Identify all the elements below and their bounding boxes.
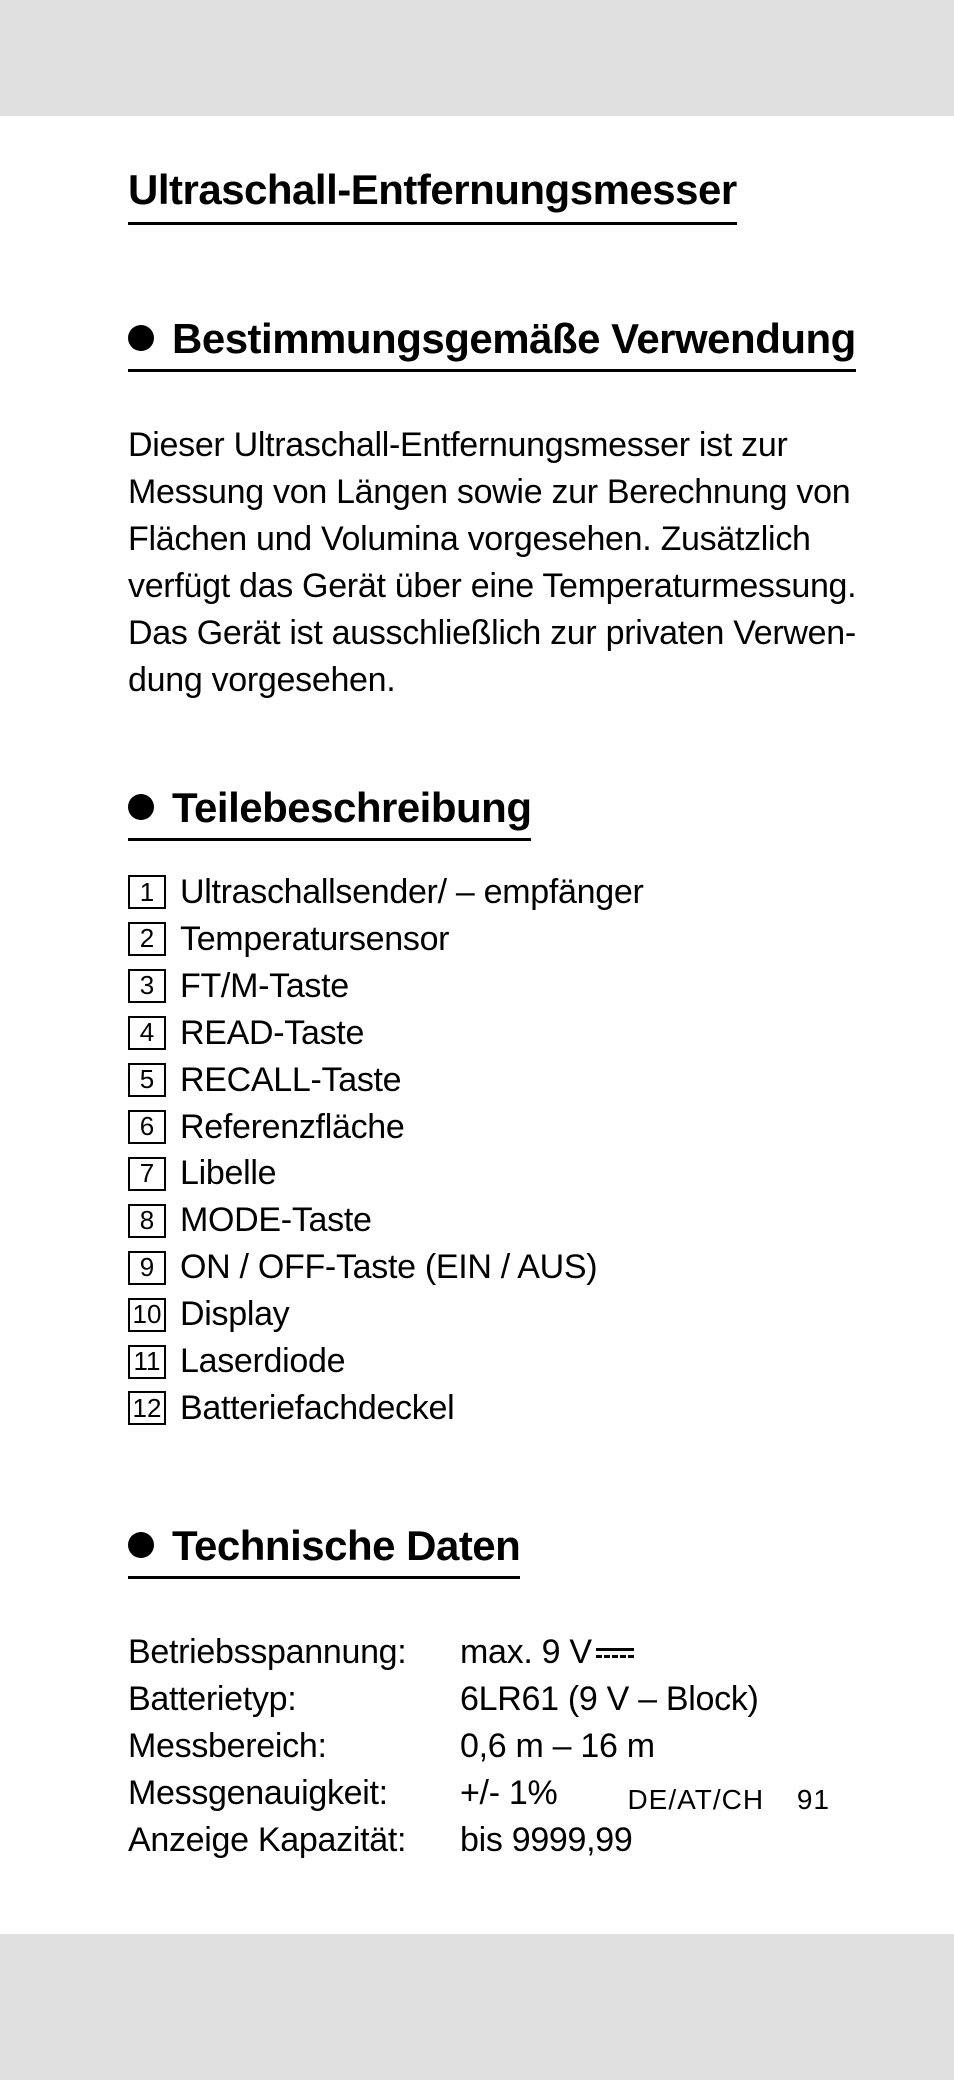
- section-header-specs: Technische Daten: [128, 1522, 520, 1579]
- spec-row: Betriebsspannung:max. 9 V: [128, 1629, 864, 1676]
- part-number-box: 1: [128, 875, 166, 909]
- list-item: 12 Batteriefachdeckel: [128, 1385, 864, 1432]
- intended-use-text: Dieser Ultraschall-Entfernungsmesser ist…: [128, 422, 864, 703]
- list-item: 1 Ultraschallsender/ – empfänger: [128, 869, 864, 916]
- bullet-icon: [128, 794, 154, 820]
- spec-row: Messbereich:0,6 m – 16 m: [128, 1723, 864, 1770]
- part-label: RECALL-Taste: [180, 1057, 401, 1104]
- footer-region: DE/AT/CH: [627, 1784, 764, 1815]
- part-number-box: 8: [128, 1204, 166, 1238]
- spec-label: Batterietyp:: [128, 1676, 460, 1723]
- spec-value: +/- 1%: [460, 1770, 557, 1817]
- list-item: 11 Laserdiode: [128, 1338, 864, 1385]
- part-number-box: 12: [128, 1391, 166, 1425]
- list-item: 10 Display: [128, 1291, 864, 1338]
- part-label: MODE-Taste: [180, 1197, 372, 1244]
- dc-voltage-icon: [596, 1648, 634, 1658]
- part-label: Temperatursensor: [180, 916, 449, 963]
- list-item: 2 Temperatursensor: [128, 916, 864, 963]
- spec-value: 0,6 m – 16 m: [460, 1723, 655, 1770]
- list-item: 7 Libelle: [128, 1150, 864, 1197]
- part-number-box: 4: [128, 1016, 166, 1050]
- part-label: Referenzfläche: [180, 1104, 405, 1151]
- spec-row: Anzeige Kapazität:bis 9999,99: [128, 1817, 864, 1864]
- part-label: READ-Taste: [180, 1010, 364, 1057]
- specs-table: Betriebsspannung:max. 9 VBatterietyp:6LR…: [128, 1629, 864, 1864]
- list-item: 3 FT/M-Taste: [128, 963, 864, 1010]
- part-number-box: 3: [128, 969, 166, 1003]
- page-footer: DE/AT/CH 91: [627, 1784, 830, 1816]
- footer-page-number: 91: [797, 1784, 830, 1815]
- part-label: Display: [180, 1291, 289, 1338]
- list-item: 6 Referenzfläche: [128, 1104, 864, 1151]
- parts-list: 1 Ultraschallsender/ – empfänger 2 Temperat…: [128, 869, 864, 1432]
- spec-label: Betriebsspannung:: [128, 1629, 460, 1676]
- section-header-parts: Teilebeschreibung: [128, 784, 531, 841]
- list-item: 5 RECALL-Taste: [128, 1057, 864, 1104]
- spec-label: Messgenauigkeit:: [128, 1770, 460, 1817]
- part-number-box: 9: [128, 1251, 166, 1285]
- spec-label: Anzeige Kapazität:: [128, 1817, 460, 1864]
- part-number-box: 5: [128, 1063, 166, 1097]
- section-title: Bestimmungsgemäße Verwendung: [172, 315, 856, 363]
- spec-value: 6LR61 (9 V – Block): [460, 1676, 759, 1723]
- part-number-box: 2: [128, 922, 166, 956]
- part-number-box: 11: [128, 1345, 166, 1379]
- page-title: Ultraschall-Entfernungsmesser: [128, 166, 737, 225]
- spec-value: max. 9 V: [460, 1629, 634, 1676]
- part-number-box: 10: [128, 1298, 166, 1332]
- manual-page: Ultraschall-Entfernungsmesser Bestimmung…: [0, 116, 954, 1934]
- spec-value: bis 9999,99: [460, 1817, 633, 1864]
- section-header-intended-use: Bestimmungsgemäße Verwendung: [128, 315, 856, 372]
- part-label: ON / OFF-Taste (EIN / AUS): [180, 1244, 597, 1291]
- list-item: 4 READ-Taste: [128, 1010, 864, 1057]
- section-title: Technische Daten: [172, 1522, 520, 1570]
- part-label: FT/M-Taste: [180, 963, 349, 1010]
- part-label: Ultraschallsender/ – empfänger: [180, 869, 643, 916]
- bullet-icon: [128, 325, 154, 351]
- part-label: Libelle: [180, 1150, 276, 1197]
- part-number-box: 6: [128, 1110, 166, 1144]
- spec-row: Batterietyp:6LR61 (9 V – Block): [128, 1676, 864, 1723]
- part-label: Laserdiode: [180, 1338, 345, 1385]
- section-title: Teilebeschreibung: [172, 784, 531, 832]
- part-number-box: 7: [128, 1157, 166, 1191]
- list-item: 9 ON / OFF-Taste (EIN / AUS): [128, 1244, 864, 1291]
- part-label: Batteriefachdeckel: [180, 1385, 454, 1432]
- bullet-icon: [128, 1532, 154, 1558]
- spec-label: Messbereich:: [128, 1723, 460, 1770]
- list-item: 8 MODE-Taste: [128, 1197, 864, 1244]
